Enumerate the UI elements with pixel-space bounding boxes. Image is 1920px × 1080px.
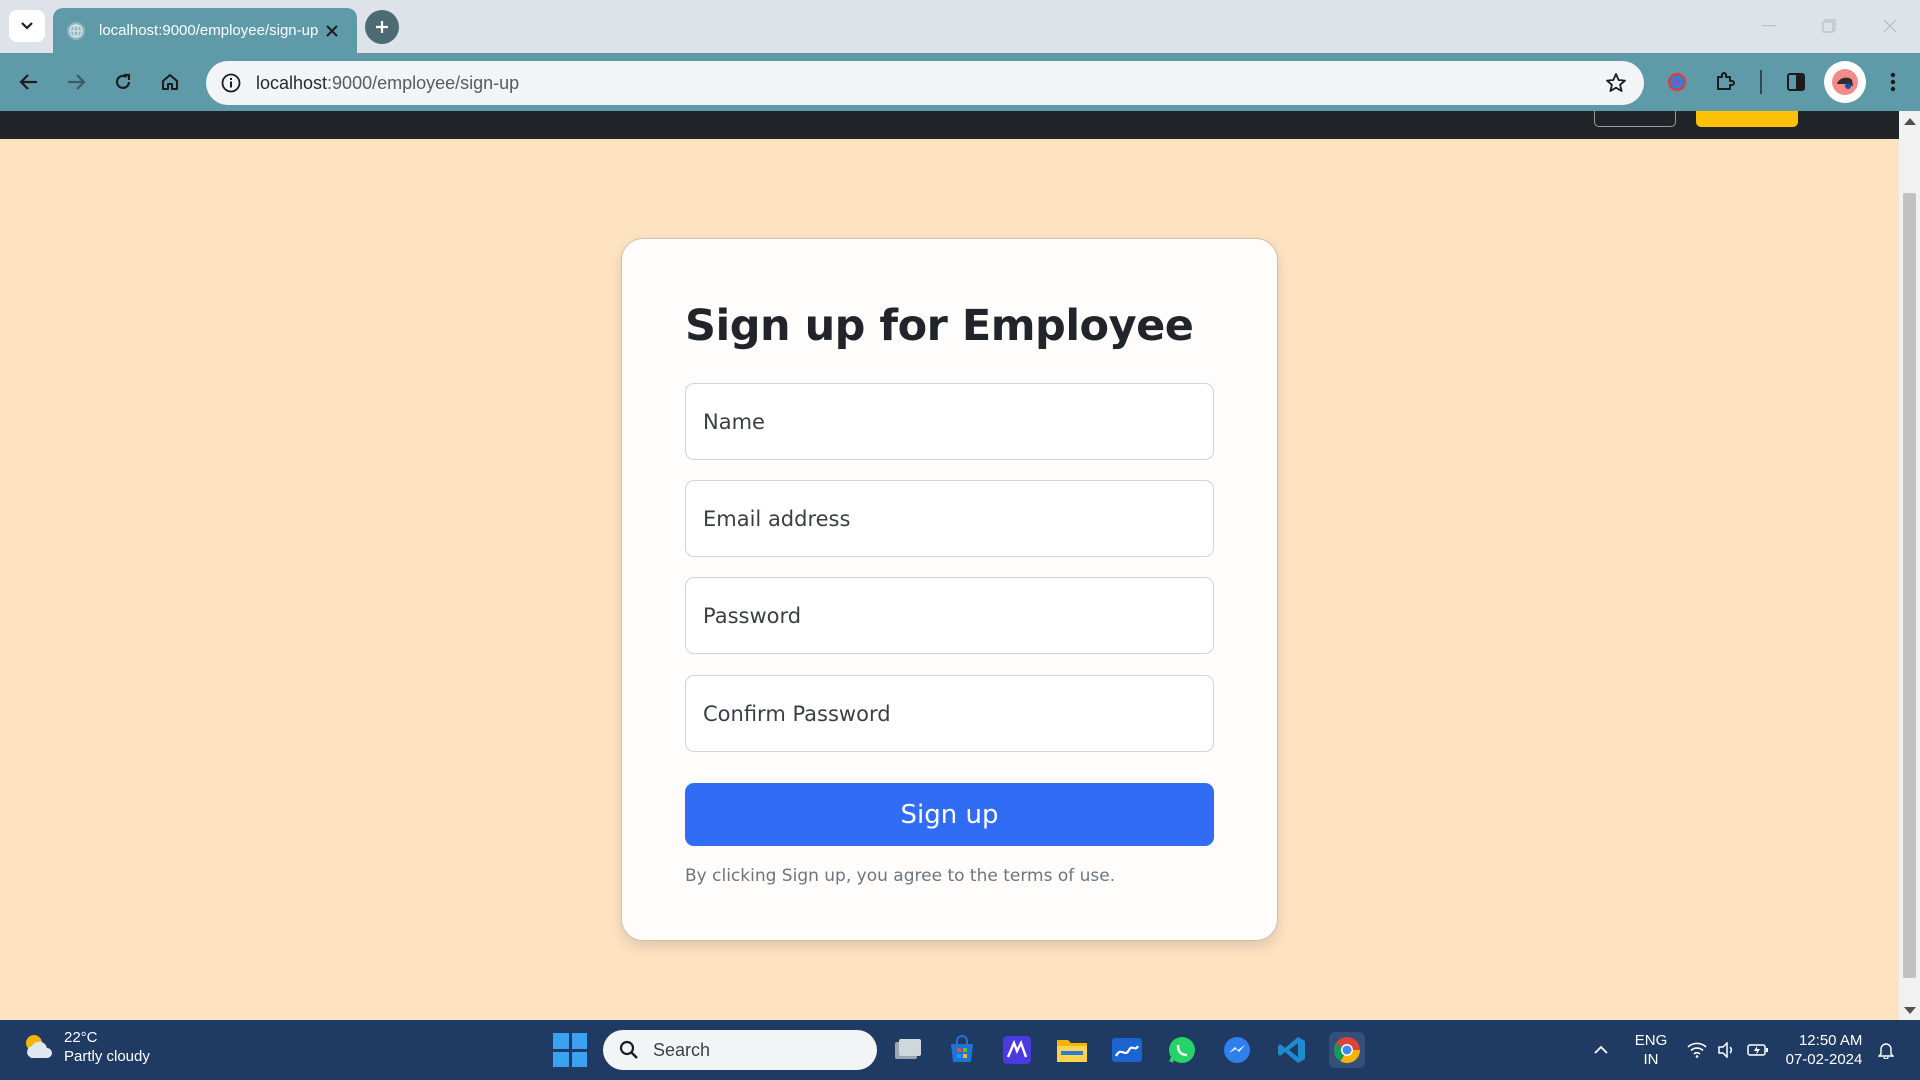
search-icon xyxy=(619,1040,638,1059)
restore-icon xyxy=(1822,19,1836,33)
more-vertical-icon xyxy=(1890,72,1896,92)
side-panel-icon xyxy=(1787,73,1805,91)
bookmark-star-icon[interactable] xyxy=(1602,69,1630,97)
weather-widget[interactable]: 22°C Partly cloudy xyxy=(20,1028,150,1066)
volume-icon[interactable] xyxy=(1714,1020,1740,1080)
password-field[interactable] xyxy=(685,577,1214,654)
site-navbar xyxy=(0,111,1899,139)
close-tab-icon[interactable] xyxy=(321,20,343,42)
windows-logo-tile xyxy=(571,1051,587,1067)
plus-icon xyxy=(365,10,399,44)
signup-card: Sign up for Employee Sign up By clicking… xyxy=(621,238,1278,941)
clock-date: 07-02-2024 xyxy=(1785,1051,1863,1068)
page-viewport: Sign up for Employee Sign up By clicking… xyxy=(0,111,1899,1020)
terms-text: By clicking Sign up, you agree to the te… xyxy=(685,866,1116,886)
extensions-button[interactable] xyxy=(1706,63,1744,101)
weather-description: Partly cloudy xyxy=(64,1048,150,1065)
show-hidden-icons-button[interactable] xyxy=(1586,1020,1616,1080)
whatsapp-icon[interactable] xyxy=(1164,1032,1200,1068)
partly-cloudy-icon xyxy=(20,1030,54,1064)
windows-logo-tile xyxy=(553,1033,569,1049)
arrow-left-icon xyxy=(19,74,37,90)
chevron-down-icon xyxy=(21,22,33,30)
wifi-icon[interactable] xyxy=(1684,1020,1710,1080)
toolbar-divider xyxy=(1760,70,1762,94)
navbar-outline-button[interactable] xyxy=(1594,111,1676,127)
vscode-icon[interactable] xyxy=(1274,1032,1310,1068)
restore-button[interactable] xyxy=(1801,8,1857,44)
url-host: localhost xyxy=(256,72,328,93)
url-path: :9000/employee/sign-up xyxy=(327,72,520,93)
site-info-icon[interactable] xyxy=(216,68,246,98)
notification-bell-icon[interactable] xyxy=(1872,1020,1900,1080)
language-indicator[interactable]: ENG IN xyxy=(1628,1020,1674,1080)
extension-color-icon xyxy=(1668,73,1686,91)
address-bar[interactable]: localhost:9000/employee/sign-up xyxy=(206,61,1644,105)
chevron-up-icon xyxy=(1594,1045,1608,1054)
new-tab-button[interactable] xyxy=(364,10,400,44)
avatar-icon xyxy=(1832,69,1858,95)
home-icon xyxy=(162,74,178,90)
chrome-icon[interactable] xyxy=(1329,1032,1365,1068)
profile-avatar[interactable] xyxy=(1824,61,1866,103)
messenger-icon[interactable] xyxy=(1219,1032,1255,1068)
windows-logo-tile xyxy=(571,1033,587,1049)
page-scrollbar[interactable] xyxy=(1899,111,1920,1020)
taskbar-search-label: Search xyxy=(653,1039,711,1060)
extension-button[interactable] xyxy=(1658,63,1696,101)
navbar-warning-button[interactable] xyxy=(1696,111,1798,127)
minimize-icon xyxy=(1762,25,1776,27)
puzzle-icon xyxy=(1717,72,1735,90)
battery-icon[interactable] xyxy=(1744,1020,1772,1080)
reload-button[interactable] xyxy=(104,63,142,101)
windows-logo-tile xyxy=(553,1051,569,1067)
tab-title: localhost:9000/employee/sign-up xyxy=(99,22,319,39)
language-line-1: ENG xyxy=(1634,1032,1668,1049)
browser-menu-button[interactable] xyxy=(1874,63,1912,101)
side-panel-button[interactable] xyxy=(1777,63,1815,101)
taskbar-search[interactable]: Search xyxy=(603,1030,877,1070)
scroll-down-icon[interactable] xyxy=(1904,1007,1916,1014)
language-line-2: IN xyxy=(1643,1051,1659,1068)
page-title: Sign up for Employee xyxy=(685,301,1194,351)
email-input[interactable] xyxy=(703,506,1213,531)
browser-tab-active[interactable]: localhost:9000/employee/sign-up xyxy=(53,8,357,53)
forward-button[interactable] xyxy=(57,63,95,101)
confirm-password-field[interactable] xyxy=(685,675,1214,752)
clock-time: 12:50 AM xyxy=(1798,1032,1863,1049)
close-window-button[interactable] xyxy=(1862,8,1918,44)
email-field[interactable] xyxy=(685,480,1214,557)
globe-icon xyxy=(67,21,85,40)
file-explorer-icon[interactable] xyxy=(1054,1032,1090,1068)
minimize-button[interactable] xyxy=(1741,8,1797,44)
reload-icon xyxy=(115,73,131,89)
whiteboard-icon[interactable] xyxy=(1109,1032,1145,1068)
close-icon xyxy=(1883,19,1897,33)
signup-button[interactable]: Sign up xyxy=(685,783,1214,846)
task-view-icon[interactable] xyxy=(890,1032,926,1068)
scroll-thumb[interactable] xyxy=(1903,193,1916,978)
store-icon[interactable] xyxy=(944,1032,980,1068)
clock[interactable]: 12:50 AM 07-02-2024 xyxy=(1782,1020,1866,1080)
confirm-password-input[interactable] xyxy=(703,701,1213,726)
password-input[interactable] xyxy=(703,603,1213,628)
mathpix-icon[interactable] xyxy=(999,1032,1035,1068)
name-input[interactable] xyxy=(703,409,1213,434)
browser-tab-strip: localhost:9000/employee/sign-up xyxy=(0,0,1920,53)
tab-search-button[interactable] xyxy=(9,10,45,42)
scroll-up-icon[interactable] xyxy=(1904,118,1916,125)
start-button[interactable] xyxy=(553,1033,587,1067)
arrow-right-icon xyxy=(68,74,86,90)
url-text: localhost:9000/employee/sign-up xyxy=(256,73,519,94)
windows-taskbar: 22°C Partly cloudy Search ENG IN 12:50 A… xyxy=(0,1020,1920,1080)
back-button[interactable] xyxy=(10,63,48,101)
weather-temperature: 22°C xyxy=(64,1029,98,1046)
home-button[interactable] xyxy=(151,63,189,101)
name-field[interactable] xyxy=(685,383,1214,460)
